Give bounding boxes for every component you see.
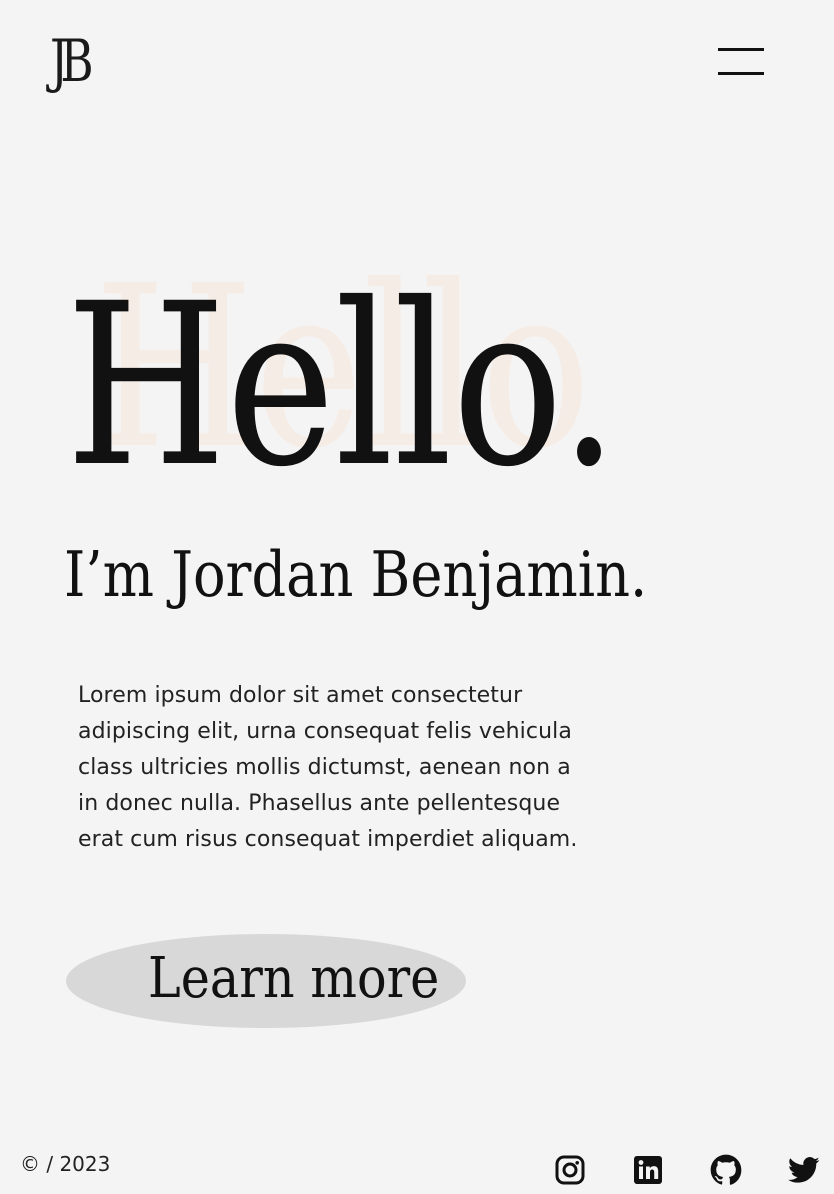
hello-heading: Hello. (66, 255, 619, 516)
twitter-icon[interactable] (788, 1154, 820, 1186)
menu-line-bottom (718, 72, 764, 75)
copyright-text: © / 2023 (20, 1152, 111, 1176)
hero-greeting: Hello Hello. (60, 250, 620, 510)
linkedin-icon[interactable] (632, 1154, 664, 1186)
learn-more-label: Learn more (148, 946, 440, 1011)
hamburger-menu-button[interactable] (718, 46, 766, 78)
intro-paragraph: Lorem ipsum dolor sit amet consectetur a… (78, 683, 578, 852)
name-heading: I’m Jordan Benjamin. (64, 538, 648, 611)
menu-line-top (718, 48, 764, 51)
github-icon[interactable] (710, 1154, 742, 1186)
learn-more-button[interactable]: Learn more (66, 934, 466, 1028)
instagram-icon[interactable] (554, 1154, 586, 1186)
site-logo[interactable]: JB (50, 32, 94, 90)
